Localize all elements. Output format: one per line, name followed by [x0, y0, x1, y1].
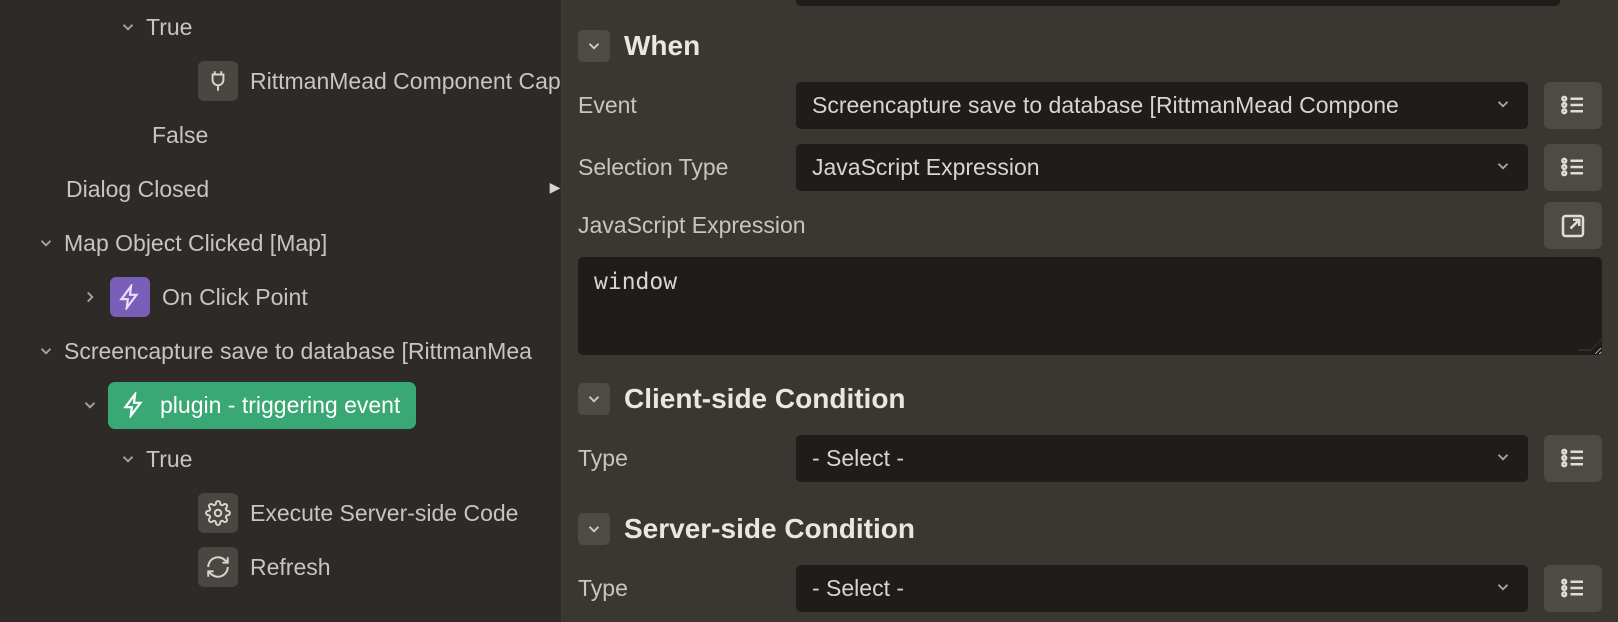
- section-collapser[interactable]: [578, 30, 610, 62]
- properties-panel: When Event Screencapture save to databas…: [562, 0, 1618, 622]
- expand-button[interactable]: [1544, 202, 1602, 249]
- tree-row-dialog-closed[interactable]: Dialog Closed: [0, 162, 561, 216]
- tree-row-screencapture[interactable]: Screencapture save to database [RittmanM…: [0, 324, 561, 378]
- tree-row-false[interactable]: False: [0, 108, 561, 162]
- tree-sidebar: True RittmanMead Component Cap False Dia…: [0, 0, 562, 622]
- field-label: Event: [578, 92, 796, 119]
- chevron-down-icon: [1494, 154, 1512, 181]
- clientside-type-select[interactable]: - Select -: [796, 435, 1528, 482]
- tree-label: True: [146, 14, 192, 41]
- tree-label: Refresh: [250, 554, 331, 581]
- tree-row-true[interactable]: True: [0, 0, 561, 54]
- chevron-down-icon: [1494, 92, 1512, 119]
- event-select[interactable]: Screencapture save to database [RittmanM…: [796, 82, 1528, 129]
- tree-label: True: [146, 446, 192, 473]
- form-row-js-expression-label: JavaScript Expression: [578, 202, 1602, 249]
- chevron-down-icon: [1494, 575, 1512, 602]
- chevron-down-icon[interactable]: [76, 391, 104, 419]
- js-expression-textarea[interactable]: window: [578, 257, 1602, 355]
- section-header-server-side: Server-side Condition: [578, 513, 1602, 545]
- section-title: Client-side Condition: [624, 383, 906, 415]
- lightning-icon: [114, 385, 154, 425]
- chevron-down-icon: [1494, 445, 1512, 472]
- form-row-serverside-type: Type - Select -: [578, 561, 1602, 615]
- tree-label: Dialog Closed: [66, 176, 209, 203]
- serverside-type-select[interactable]: - Select -: [796, 565, 1528, 612]
- list-button[interactable]: [1544, 565, 1602, 612]
- form-row-event: Event Screencapture save to database [Ri…: [578, 78, 1602, 132]
- chevron-down-icon[interactable]: [114, 13, 142, 41]
- tree-row-execute-server-side-code[interactable]: Execute Server-side Code: [0, 486, 561, 540]
- form-row-js-expression: window: [578, 257, 1602, 355]
- tree-row-map-object-clicked[interactable]: Map Object Clicked [Map]: [0, 216, 561, 270]
- list-button[interactable]: [1544, 82, 1602, 129]
- tree-row-true[interactable]: True: [0, 432, 561, 486]
- list-button[interactable]: [1544, 144, 1602, 191]
- list-button[interactable]: [1544, 435, 1602, 482]
- tree-label: Execute Server-side Code: [250, 500, 518, 527]
- section-header-client-side: Client-side Condition: [578, 383, 1602, 415]
- sidebar-collapse-handle[interactable]: ▶: [549, 175, 561, 199]
- chevron-down-icon[interactable]: [32, 337, 60, 365]
- gear-icon: [198, 493, 238, 533]
- form-row-clientside-type: Type - Select -: [578, 431, 1602, 485]
- field-label: Type: [578, 445, 796, 472]
- tree-label: On Click Point: [162, 284, 308, 311]
- field-label: JavaScript Expression: [578, 212, 1544, 239]
- select-value: - Select -: [812, 575, 1494, 602]
- refresh-icon: [198, 547, 238, 587]
- section-header-when: When: [578, 30, 1602, 62]
- plugin-icon: [198, 61, 238, 101]
- cutoff-field: [796, 0, 1560, 6]
- tree-label: Screencapture save to database [RittmanM…: [64, 338, 532, 365]
- field-label: Selection Type: [578, 154, 796, 181]
- select-value: - Select -: [812, 445, 1494, 472]
- lightning-icon: [110, 277, 150, 317]
- tree-label: Map Object Clicked [Map]: [64, 230, 327, 257]
- selection-type-select[interactable]: JavaScript Expression: [796, 144, 1528, 191]
- tree-row-rittman-component[interactable]: RittmanMead Component Cap: [0, 54, 561, 108]
- tree-label: plugin - triggering event: [160, 392, 400, 419]
- form-row-selection-type: Selection Type JavaScript Expression: [578, 140, 1602, 194]
- section-collapser[interactable]: [578, 513, 610, 545]
- tree-label: False: [152, 122, 208, 149]
- tree-label: RittmanMead Component Cap: [250, 68, 561, 95]
- tree-row-plugin-triggering-event[interactable]: plugin - triggering event: [0, 378, 561, 432]
- chevron-down-icon[interactable]: [32, 229, 60, 257]
- textarea-value: window: [594, 269, 677, 295]
- select-value: JavaScript Expression: [812, 154, 1494, 181]
- field-label: Type: [578, 575, 796, 602]
- section-collapser[interactable]: [578, 383, 610, 415]
- select-value: Screencapture save to database [RittmanM…: [812, 92, 1494, 119]
- section-title: Server-side Condition: [624, 513, 915, 545]
- tree-row-refresh[interactable]: Refresh: [0, 540, 561, 594]
- chevron-right-icon[interactable]: [76, 283, 104, 311]
- tree-row-on-click-point[interactable]: On Click Point: [0, 270, 561, 324]
- selected-pill: plugin - triggering event: [108, 382, 416, 429]
- section-title: When: [624, 30, 700, 62]
- chevron-down-icon[interactable]: [114, 445, 142, 473]
